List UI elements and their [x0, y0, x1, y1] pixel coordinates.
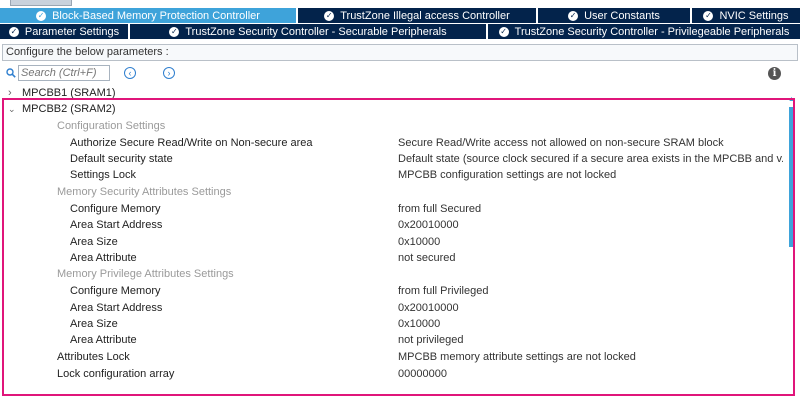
param-lock-array-label[interactable]: Lock configuration array: [57, 366, 174, 382]
tab-label: TrustZone Security Controller - Securabl…: [185, 25, 447, 38]
check-circle-icon: ✓: [8, 26, 19, 37]
search-icon[interactable]: [6, 68, 16, 78]
param-sec-configure-label[interactable]: Configure Memory: [70, 201, 160, 217]
tab-row-2: ✓ Parameter Settings ✓ TrustZone Securit…: [0, 24, 800, 40]
search-input[interactable]: [18, 65, 110, 81]
tab-user-constants[interactable]: ✓ User Constants: [538, 8, 690, 23]
scrollbar-thumb[interactable]: [789, 107, 794, 247]
check-circle-icon: ✓: [703, 10, 714, 21]
param-lock-array-value[interactable]: 00000000: [398, 366, 447, 382]
category-memory-security: Memory Security Attributes Settings: [57, 186, 232, 198]
param-default-state-label[interactable]: Default security state: [70, 151, 173, 167]
tab-label: Parameter Settings: [24, 25, 120, 38]
tab-tz-privilegeable-peripherals[interactable]: ✓ TrustZone Security Controller - Privil…: [488, 24, 800, 39]
check-circle-icon: ✓: [568, 10, 579, 21]
param-priv-size-label[interactable]: Area Size: [70, 316, 118, 332]
param-sec-attr-value[interactable]: not secured: [398, 250, 455, 266]
param-attributes-lock-value[interactable]: MPCBB memory attribute settings are not …: [398, 349, 636, 365]
tab-label: TrustZone Illegal access Controller: [340, 9, 510, 22]
param-priv-configure-value[interactable]: from full Privileged: [398, 283, 488, 299]
param-sec-configure-value[interactable]: from full Secured: [398, 201, 481, 217]
check-circle-icon: ✓: [498, 26, 509, 37]
search-row: ‹ › i: [0, 64, 800, 82]
param-default-state-value[interactable]: Default state (source clock secured if a…: [398, 151, 783, 167]
param-sec-size-value[interactable]: 0x10000: [398, 234, 440, 250]
param-priv-configure-label[interactable]: Configure Memory: [70, 283, 160, 299]
tab-parameter-settings[interactable]: ✓ Parameter Settings: [0, 24, 128, 39]
tab-tz-securable-peripherals[interactable]: ✓ TrustZone Security Controller - Secura…: [130, 24, 486, 39]
param-priv-size-value[interactable]: 0x10000: [398, 316, 440, 332]
chevron-down-icon[interactable]: ⌄: [8, 101, 22, 117]
tab-label: User Constants: [584, 9, 660, 22]
category-memory-privilege: Memory Privilege Attributes Settings: [57, 268, 234, 280]
arrow-right-icon[interactable]: ›: [163, 67, 175, 79]
tab-row-1: ✓ Block-Based Memory Protection Controll…: [0, 8, 800, 24]
param-priv-start-label[interactable]: Area Start Address: [70, 300, 162, 316]
param-sec-size-label[interactable]: Area Size: [70, 234, 118, 250]
check-circle-icon: ✓: [324, 10, 335, 21]
check-circle-icon: ✓: [169, 26, 180, 37]
tab-nvic-settings[interactable]: ✓ NVIC Settings: [692, 8, 800, 23]
param-settings-lock-value[interactable]: MPCBB configuration settings are not loc…: [398, 167, 616, 183]
category-configuration-settings: Configuration Settings: [57, 120, 166, 132]
info-icon[interactable]: i: [768, 67, 781, 80]
param-priv-start-value[interactable]: 0x20010000: [398, 300, 459, 316]
tree-node-mpcbb2[interactable]: ⌄ MPCBB2 (SRAM2): [8, 101, 116, 117]
param-priv-attr-label[interactable]: Area Attribute: [70, 332, 137, 348]
arrow-left-icon[interactable]: ‹: [124, 67, 136, 79]
param-authorize-value[interactable]: Secure Read/Write access not allowed on …: [398, 135, 724, 151]
check-circle-icon: ✓: [36, 10, 47, 21]
window-tab-stub: [10, 0, 72, 6]
tab-trustzone-illegal-access[interactable]: ✓ TrustZone Illegal access Controller: [298, 8, 536, 23]
tree-node-label: MPCBB2 (SRAM2): [22, 103, 116, 115]
param-sec-start-label[interactable]: Area Start Address: [70, 217, 162, 233]
top-strip: [0, 0, 800, 8]
tab-block-based-memory-protection[interactable]: ✓ Block-Based Memory Protection Controll…: [0, 8, 296, 23]
param-priv-attr-value[interactable]: not privileged: [398, 332, 463, 348]
tab-label: Block-Based Memory Protection Controller: [52, 9, 260, 22]
param-sec-attr-label[interactable]: Area Attribute: [70, 250, 137, 266]
tree-node-mpcbb1[interactable]: › MPCBB1 (SRAM1): [8, 85, 116, 101]
tab-label: TrustZone Security Controller - Privileg…: [514, 25, 790, 38]
tree-node-label: MPCBB1 (SRAM1): [22, 87, 116, 99]
param-attributes-lock-label[interactable]: Attributes Lock: [57, 349, 130, 365]
configure-parameters-bar: Configure the below parameters :: [2, 44, 798, 61]
param-authorize-label[interactable]: Authorize Secure Read/Write on Non-secur…: [70, 135, 313, 151]
param-sec-start-value[interactable]: 0x20010000: [398, 217, 459, 233]
scroll-up-icon[interactable]: ▲: [788, 96, 796, 104]
chevron-right-icon[interactable]: ›: [8, 85, 22, 101]
tab-label: NVIC Settings: [719, 9, 789, 22]
param-settings-lock-label[interactable]: Settings Lock: [70, 167, 136, 183]
